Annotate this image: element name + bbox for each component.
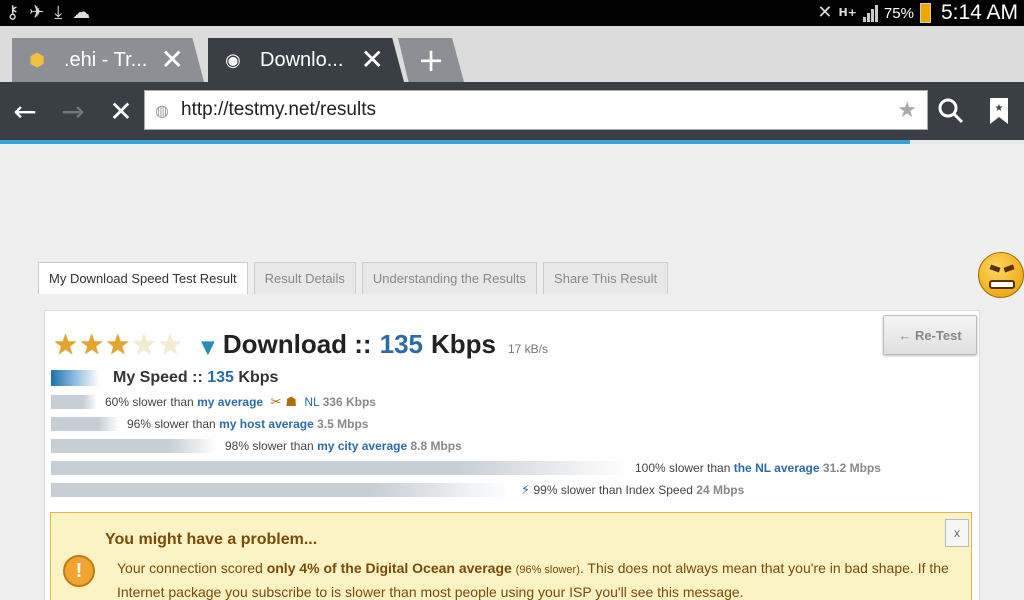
search-icon[interactable]	[932, 92, 970, 130]
svg-text:★: ★	[995, 103, 1004, 114]
comparison-text: 60% slower than	[105, 394, 194, 409]
star-empty-icon: ★	[131, 328, 157, 361]
comparison-bar	[51, 461, 627, 475]
cloud-icon: ☁	[72, 2, 91, 23]
close-tab-icon[interactable]: ✕	[361, 46, 384, 74]
tab-understanding[interactable]: Understanding the Results	[361, 262, 538, 294]
battery-percent: 75%	[883, 4, 914, 22]
comparison-bar	[51, 483, 509, 497]
bookmark-star-icon[interactable]: ★	[897, 98, 917, 123]
system-icons: ✕ H+ 75% 5:14 AM	[817, 0, 1018, 26]
my-speed-bar	[51, 370, 99, 386]
headline-value: 135	[379, 329, 423, 359]
network-type: H+	[838, 6, 857, 19]
tab-active[interactable]: ◉ Downlo... ✕	[208, 38, 404, 82]
my-speed-label: My Speed ::	[113, 369, 203, 386]
comparison-value: 8.8 Mbps	[410, 439, 462, 453]
speed-rating: ★ ★ ★ ★ ★	[53, 331, 183, 359]
web-page: My Download Speed Test Result Result Det…	[0, 144, 1024, 600]
browser-tab-strip: ⬢ .ehi - Tr... ✕ ◉ Downlo... ✕ +	[0, 26, 1024, 82]
comparison-text: 99% slower than Index Speed	[533, 482, 693, 497]
comparison-row: 96% slower than my host average 3.5 Mbps	[51, 417, 368, 431]
globe-icon: ◉	[225, 49, 241, 71]
star-empty-icon: ★	[157, 328, 183, 361]
headline-secondary: 17 kB/s	[508, 342, 549, 356]
headline-unit: Kbps	[431, 329, 496, 359]
lightning-icon: ⚡	[521, 482, 531, 498]
star-filled-icon: ★	[79, 328, 105, 361]
signal-icon	[862, 4, 878, 22]
comparison-value: 3.5 Mbps	[317, 417, 369, 431]
country-label: NL	[304, 394, 320, 409]
warning-icon: !	[63, 555, 95, 587]
comparison-row: 60% slower than my average ✂ ☗ NL 336 Kbp…	[51, 394, 376, 410]
nl-average-link[interactable]: the NL average	[734, 461, 820, 475]
alert-close-button[interactable]: x	[945, 519, 969, 547]
comparison-value: 31.2 Mbps	[822, 461, 881, 475]
my-speed-row: My Speed :: 135 Kbps	[51, 369, 278, 387]
my-speed-unit: Kbps	[238, 369, 279, 386]
bookmarks-icon[interactable]: ★	[980, 92, 1018, 130]
browser-toolbar: ← → ✕ ◍ http://testmy.net/results ★ ★	[0, 82, 1024, 140]
comparison-row: 98% slower than my city average 8.8 Mbps	[51, 439, 462, 453]
comparison-value: 336 Kbps	[322, 394, 376, 409]
star-filled-icon: ★	[105, 328, 131, 361]
mute-icon: ✕	[817, 2, 833, 23]
notification-icons: ⚷ ✈ ⤓ ☁	[6, 2, 90, 24]
satellite-icon: ✈	[29, 2, 45, 23]
comparison-row: ⚡ 99% slower than Index Speed 24 Mbps	[51, 482, 745, 498]
url-text[interactable]: http://testmy.net/results	[181, 99, 897, 121]
new-tab-button[interactable]: +	[398, 38, 464, 82]
comparison-text: 96% slower than	[127, 417, 216, 431]
tab-share[interactable]: Share This Result	[543, 262, 669, 294]
comparison-bar	[51, 417, 119, 431]
my-host-average-link[interactable]: my host average	[219, 417, 314, 431]
alert-prefix: Your connection scored	[117, 560, 263, 576]
problem-alert: You might have a problem... ! Your conne…	[50, 512, 972, 600]
stop-button[interactable]: ✕	[102, 92, 140, 130]
clock: 5:14 AM	[940, 1, 1018, 24]
tools-icon: ✂	[270, 394, 282, 410]
comparison-row: 100% slower than the NL average 31.2 Mbp…	[51, 461, 881, 475]
comparison-text: 98% slower than	[225, 439, 314, 453]
download-headline: ▼ Download :: 135 Kbps 17 kB/s	[201, 329, 548, 360]
tab-title: Downlo...	[260, 48, 344, 71]
forward-button[interactable]: →	[54, 92, 92, 130]
comparison-value: 24 Mbps	[696, 482, 745, 497]
site-icon: ◍	[155, 100, 169, 120]
my-speed-value: 135	[207, 369, 234, 386]
battery-icon	[919, 3, 931, 23]
cube-icon: ⬢	[29, 49, 45, 71]
alert-title: You might have a problem...	[105, 531, 318, 548]
retest-button[interactable]: ← Re-Test	[883, 315, 977, 355]
back-button[interactable]: ←	[6, 92, 44, 130]
download-arrow-icon: ▼	[201, 337, 215, 358]
android-icon: ☗	[285, 394, 298, 410]
headline-label: Download ::	[222, 329, 372, 359]
key-icon: ⚷	[6, 2, 20, 23]
alert-bold: only 4% of the Digital Ocean average	[266, 560, 512, 576]
close-tab-icon[interactable]: ✕	[161, 46, 184, 74]
my-average-link[interactable]: my average	[197, 395, 263, 409]
alert-small: (96% slower)	[515, 564, 580, 576]
tab-inactive[interactable]: ⬢ .ehi - Tr... ✕	[12, 38, 204, 82]
tab-download-result[interactable]: My Download Speed Test Result	[38, 262, 248, 294]
download-icon: ⤓	[54, 2, 63, 23]
comparison-text: 100% slower than	[635, 461, 731, 475]
angry-emoji-icon	[978, 252, 1024, 298]
tab-result-details[interactable]: Result Details	[253, 262, 356, 294]
star-filled-icon: ★	[53, 328, 79, 361]
alert-body: Your connection scored only 4% of the Di…	[117, 557, 967, 600]
tab-title: .ehi - Tr...	[64, 48, 148, 71]
address-bar[interactable]: ◍ http://testmy.net/results ★	[144, 90, 928, 130]
comparison-bar	[51, 395, 97, 409]
comparison-bar	[51, 439, 217, 453]
my-city-average-link[interactable]: my city average	[317, 439, 407, 453]
result-tabs: My Download Speed Test Result Result Det…	[38, 262, 669, 294]
status-bar: ⚷ ✈ ⤓ ☁ ✕ H+ 75% 5:14 AM	[0, 0, 1024, 26]
